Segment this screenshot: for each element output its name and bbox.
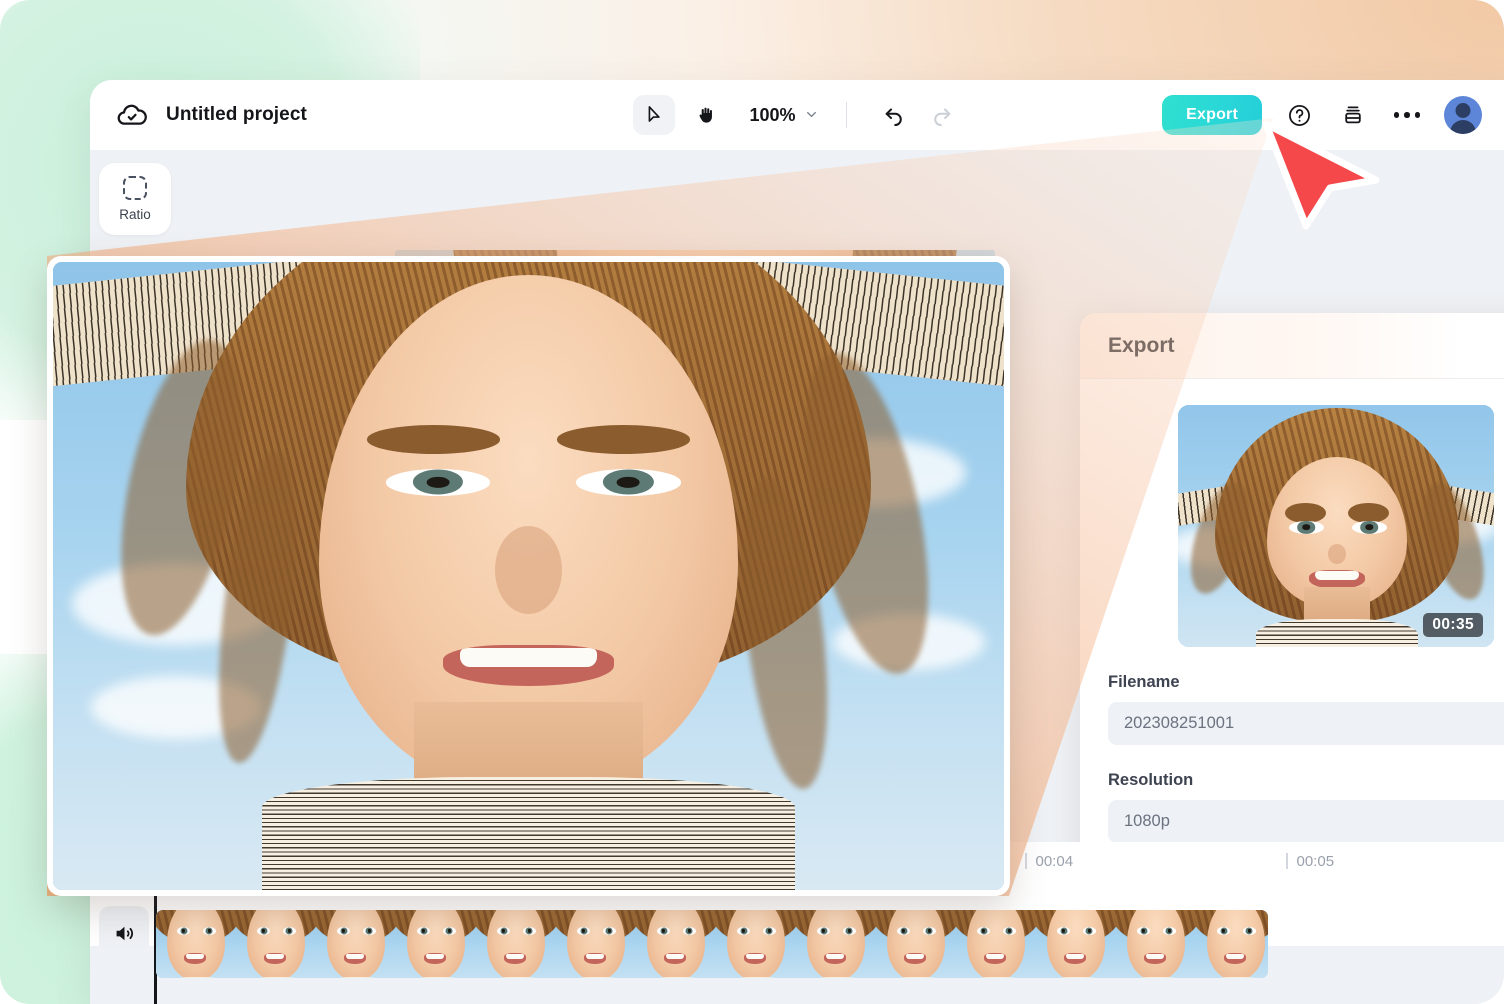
filmstrip-frame <box>476 910 556 978</box>
export-button-top[interactable]: Export <box>1162 95 1262 135</box>
filmstrip-frame <box>876 910 956 978</box>
zoom-magnified-preview <box>47 256 1010 896</box>
avatar-body <box>1450 120 1476 134</box>
ruler-tick: 00:04 <box>1025 850 1073 872</box>
redo-icon[interactable] <box>923 96 961 134</box>
export-preview-thumbnail[interactable]: 00:35 <box>1178 405 1494 647</box>
more-horizontal-icon[interactable] <box>1390 98 1424 132</box>
project-brand: Untitled project <box>116 99 307 131</box>
filename-label: Filename <box>1108 673 1180 691</box>
resolution-label: Resolution <box>1108 771 1194 789</box>
export-panel-header: Export <box>1080 313 1504 379</box>
filmstrip-frame <box>1196 910 1268 978</box>
filmstrip-frame <box>556 910 636 978</box>
ratio-label: Ratio <box>119 207 151 222</box>
resolution-select[interactable]: 1080p <box>1108 800 1504 843</box>
top-toolbar: Untitled project 100% Export <box>90 80 1504 150</box>
filmstrip-frame <box>396 910 476 978</box>
filmstrip-frame <box>636 910 716 978</box>
zoom-magnified-photo <box>53 262 1004 890</box>
resolution-value: 1080p <box>1124 812 1170 830</box>
ruler-tick-label: 00:05 <box>1296 852 1335 870</box>
stack-icon[interactable] <box>1336 98 1370 132</box>
export-panel-title: Export <box>1108 333 1175 357</box>
ruler-tick: 00:05 <box>1286 850 1334 872</box>
timeline-video-clip[interactable] <box>156 910 1268 978</box>
filmstrip-frame <box>1036 910 1116 978</box>
filmstrip-frame <box>796 910 876 978</box>
ratio-button[interactable]: Ratio <box>99 163 171 235</box>
select-cursor-icon[interactable] <box>633 95 676 135</box>
zoom-level-value: 100% <box>749 104 796 125</box>
zoom-level-control[interactable]: 100% <box>749 105 817 126</box>
speaker-volume-icon[interactable] <box>99 906 149 960</box>
page-title: Untitled project <box>166 104 307 125</box>
filmstrip-frame <box>956 910 1036 978</box>
crop-ratio-icon <box>123 176 147 200</box>
screenshot-root: Untitled project 100% Export Ratio Expor… <box>0 0 1504 1004</box>
preview-duration-badge: 00:35 <box>1423 613 1483 637</box>
filmstrip-frame <box>156 910 236 978</box>
thumbnail-photo <box>1178 405 1494 647</box>
toolbar-divider <box>845 102 847 128</box>
cloud-check-icon <box>116 99 148 131</box>
ruler-tick-label: 00:04 <box>1035 852 1074 870</box>
filmstrip-frame <box>316 910 396 978</box>
undo-icon[interactable] <box>875 96 913 134</box>
avatar-head <box>1455 103 1471 118</box>
chevron-down-icon <box>805 105 818 126</box>
avatar[interactable] <box>1444 96 1482 134</box>
timeline-track-area <box>90 840 1504 1004</box>
filmstrip-frame <box>716 910 796 978</box>
filename-input[interactable]: 202308251001 <box>1108 702 1504 745</box>
hand-pan-icon[interactable] <box>685 95 727 135</box>
filmstrip-frame <box>236 910 316 978</box>
filmstrip-frame <box>1116 910 1196 978</box>
toolbar-right-group: Export <box>1162 95 1482 135</box>
help-circle-icon[interactable] <box>1282 98 1316 132</box>
